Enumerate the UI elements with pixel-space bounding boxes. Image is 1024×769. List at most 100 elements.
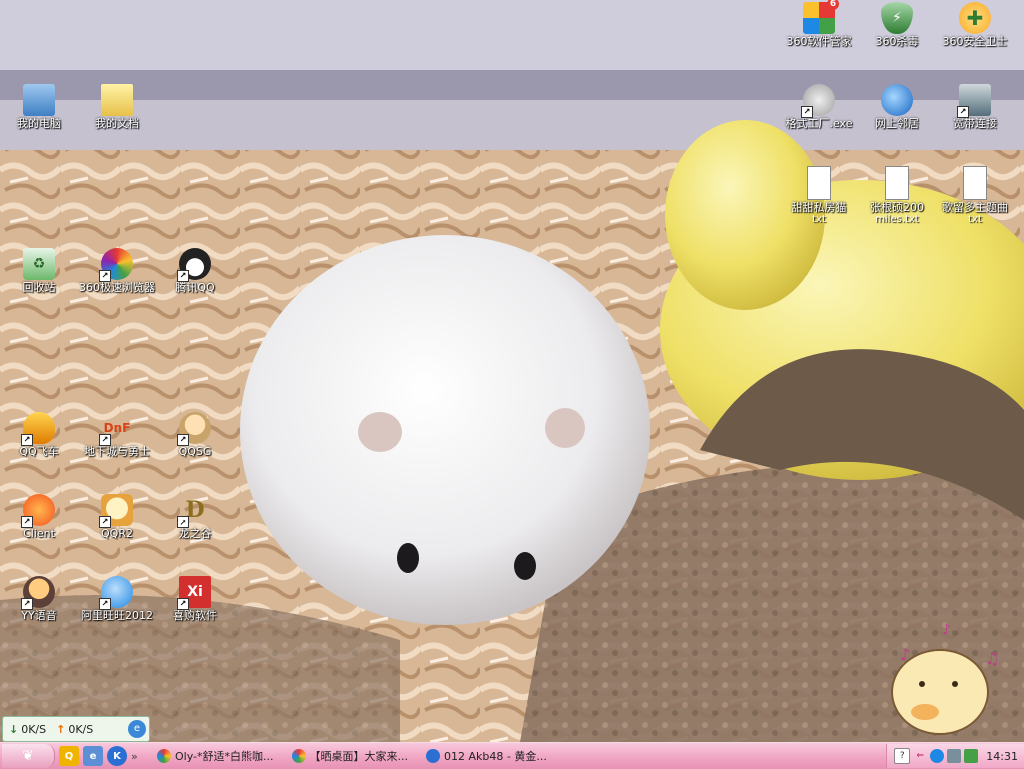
desktop-icon-label: QQR2 (101, 527, 133, 540)
desktop-icon-label: 歌留多主题曲 (942, 201, 1008, 214)
update-count-badge: 6 (827, 0, 839, 10)
text-file-icon (885, 166, 909, 200)
taskbar-item-label: 012 Akb48 - 黄金... (444, 750, 547, 763)
desktop-icon-text-file-1[interactable]: 甜甜私房猫 txt (780, 166, 858, 225)
desktop-icon-text-file-2[interactable]: 张根硕200 miles.txt (858, 166, 936, 225)
desktop-icon-label: 360杀毒 (875, 35, 919, 48)
taskbar-item[interactable]: 【晒桌面】大家来... (286, 746, 415, 766)
shortcut-arrow-icon: ↗ (177, 270, 189, 282)
desktop-icon-label: 网上邻居 (875, 117, 919, 130)
download-speed: 0K/S (21, 722, 47, 736)
taskbar: ❦ Q e K » Oly-*舒适*白熊咖... 【晒桌面】大家来... 012… (0, 742, 1024, 769)
download-arrow-icon: ↓ (9, 722, 19, 736)
desktop-icon-label: YY语音 (21, 609, 57, 622)
quicklaunch-qq-icon[interactable]: Q (59, 746, 79, 766)
shortcut-arrow-icon: ↗ (21, 516, 33, 528)
shortcut-arrow-icon: ↗ (177, 516, 189, 528)
svg-text:♪: ♪ (900, 645, 910, 664)
wings-logo-icon: ❦ (22, 748, 34, 764)
quicklaunch-kugou-icon[interactable]: K (107, 746, 127, 766)
desktop-icon-label: 360软件管家 (786, 35, 852, 48)
desktop-icon-label: 喜购软件 (173, 609, 217, 622)
help-icon[interactable]: ? (894, 748, 911, 764)
desktop-icon-label: 张根硕200 (870, 201, 924, 214)
shortcut-arrow-icon: ↗ (99, 270, 111, 282)
upload-speed: 0K/S (68, 722, 94, 736)
desktop-icon-label: 360极速浏览器 (79, 281, 155, 294)
desktop-icon-network-places[interactable]: 网上邻居 (858, 84, 936, 130)
browser-360-icon: ↗ (99, 248, 133, 282)
shortcut-arrow-icon: ↗ (177, 598, 189, 610)
quicklaunch-more-icon[interactable]: » (131, 750, 145, 763)
desktop-icon-dnf[interactable]: DnF ↗ 地下城与勇士 (78, 412, 156, 458)
shortcut-arrow-icon: ↗ (99, 434, 111, 446)
desktop-icon-recycle-bin[interactable]: ♻ 回收站 (0, 248, 78, 294)
qq-penguin-icon: ↗ (177, 248, 211, 282)
desktop-icon-qqsg[interactable]: ↗ QQSG (156, 412, 234, 458)
format-factory-icon: ↗ (801, 84, 835, 118)
shortcut-arrow-icon: ↗ (21, 434, 33, 446)
svg-text:♫: ♫ (985, 649, 999, 668)
desktop-icon-text-file-3[interactable]: 歌留多主题曲 txt (936, 166, 1014, 225)
clock[interactable]: 14:31 (986, 750, 1018, 763)
folder-documents-icon (101, 84, 133, 116)
shortcut-arrow-icon: ↗ (177, 434, 189, 446)
quicklaunch-browser-icon[interactable]: e (83, 746, 103, 766)
desktop-icon-my-documents[interactable]: 我的文档 (78, 84, 156, 130)
desktop-icon-qqr2[interactable]: ↗ QQR2 (78, 494, 156, 540)
arrow-left-icon[interactable]: ⇐ (913, 749, 927, 763)
start-button[interactable]: ❦ (2, 744, 55, 768)
taskbar-item[interactable]: Oly-*舒适*白熊咖... (151, 746, 280, 766)
computer-icon (23, 84, 55, 116)
desktop-icon-client[interactable]: ↗ Client (0, 494, 78, 540)
qq-speed-icon: ↗ (21, 412, 55, 446)
monitor-icon[interactable] (947, 749, 962, 763)
system-tray: ? ⇐ 14:31 (886, 744, 1024, 768)
desktop-icon-dragon-valley[interactable]: D ↗ 龙之谷 (156, 494, 234, 540)
desktop-icon-label: 地下城与勇士 (84, 445, 150, 458)
shortcut-arrow-icon: ↗ (99, 598, 111, 610)
desktop-icon-label: 我的电脑 (17, 117, 61, 130)
desktop-icon-label: 阿里旺旺2012 (81, 609, 153, 622)
desktop-icon-label: 360安全卫士 (942, 35, 1008, 48)
browser-e-icon[interactable]: e (128, 720, 146, 738)
desktop-icon-label: 龙之谷 (178, 527, 212, 540)
desktop-icon-xigou[interactable]: Xi ↗ 喜购软件 (156, 576, 234, 622)
network-icon[interactable] (930, 749, 945, 763)
network-speed-widget[interactable]: ↓ 0K/S ↑ 0K/S e (2, 716, 150, 742)
desktop-icon-qq-speed[interactable]: ↗ QQ飞车 (0, 412, 78, 458)
client-icon: ↗ (21, 494, 55, 528)
desktop-icon-aliwangwang[interactable]: ↗ 阿里旺旺2012 (78, 576, 156, 622)
aliwangwang-icon: ↗ (99, 576, 133, 610)
taskbar-item-label: 【晒桌面】大家来... (309, 750, 409, 763)
desktop-icon-360-safe[interactable]: ✚ 360安全卫士 (936, 2, 1014, 48)
desktop-icon-label: QQSG (178, 445, 212, 458)
text-file-icon (963, 166, 987, 200)
dragon-valley-icon: D ↗ (177, 494, 211, 528)
svg-text:♪: ♪ (942, 622, 951, 638)
shortcut-arrow-icon: ↗ (21, 598, 33, 610)
desktop-icon-yy[interactable]: ↗ YY语音 (0, 576, 78, 622)
desktop-icon-label: 回收站 (22, 281, 56, 294)
yy-voice-icon: ↗ (21, 576, 55, 610)
desktop-icon-label: 甜甜私房猫 (791, 201, 847, 214)
browser-360-icon (157, 749, 171, 763)
qqsg-icon: ↗ (177, 412, 211, 446)
desktop-icon-label: 我的文档 (95, 117, 139, 130)
text-file-icon (807, 166, 831, 200)
desktop-icon-my-computer[interactable]: 我的电脑 (0, 84, 78, 130)
shortcut-arrow-icon: ↗ (957, 106, 969, 118)
desktop-icon-label: 宽带连接 (953, 117, 997, 130)
desktop-icon-broadband[interactable]: ↗ 宽带连接 (936, 84, 1014, 130)
desktop-icon-qq[interactable]: ↗ 腾讯QQ (156, 248, 234, 294)
desktop-icon-360-software-manager[interactable]: 6 360软件管家 (780, 0, 858, 48)
desktop-icon-label: Client (23, 527, 55, 540)
shortcut-arrow-icon: ↗ (801, 106, 813, 118)
desktop-icon-label: 格式工厂.exe (785, 117, 853, 130)
desktop-icon-360-antivirus[interactable]: ⚡ 360杀毒 (858, 2, 936, 48)
desktop-icon-format-factory[interactable]: ↗ 格式工厂.exe (780, 84, 858, 130)
security-icon[interactable] (964, 749, 979, 763)
taskbar-item[interactable]: 012 Akb48 - 黄金... (420, 746, 553, 766)
desktop-icon-sublabel: miles.txt (875, 214, 919, 225)
desktop-icon-360-browser[interactable]: ↗ 360极速浏览器 (78, 248, 156, 294)
